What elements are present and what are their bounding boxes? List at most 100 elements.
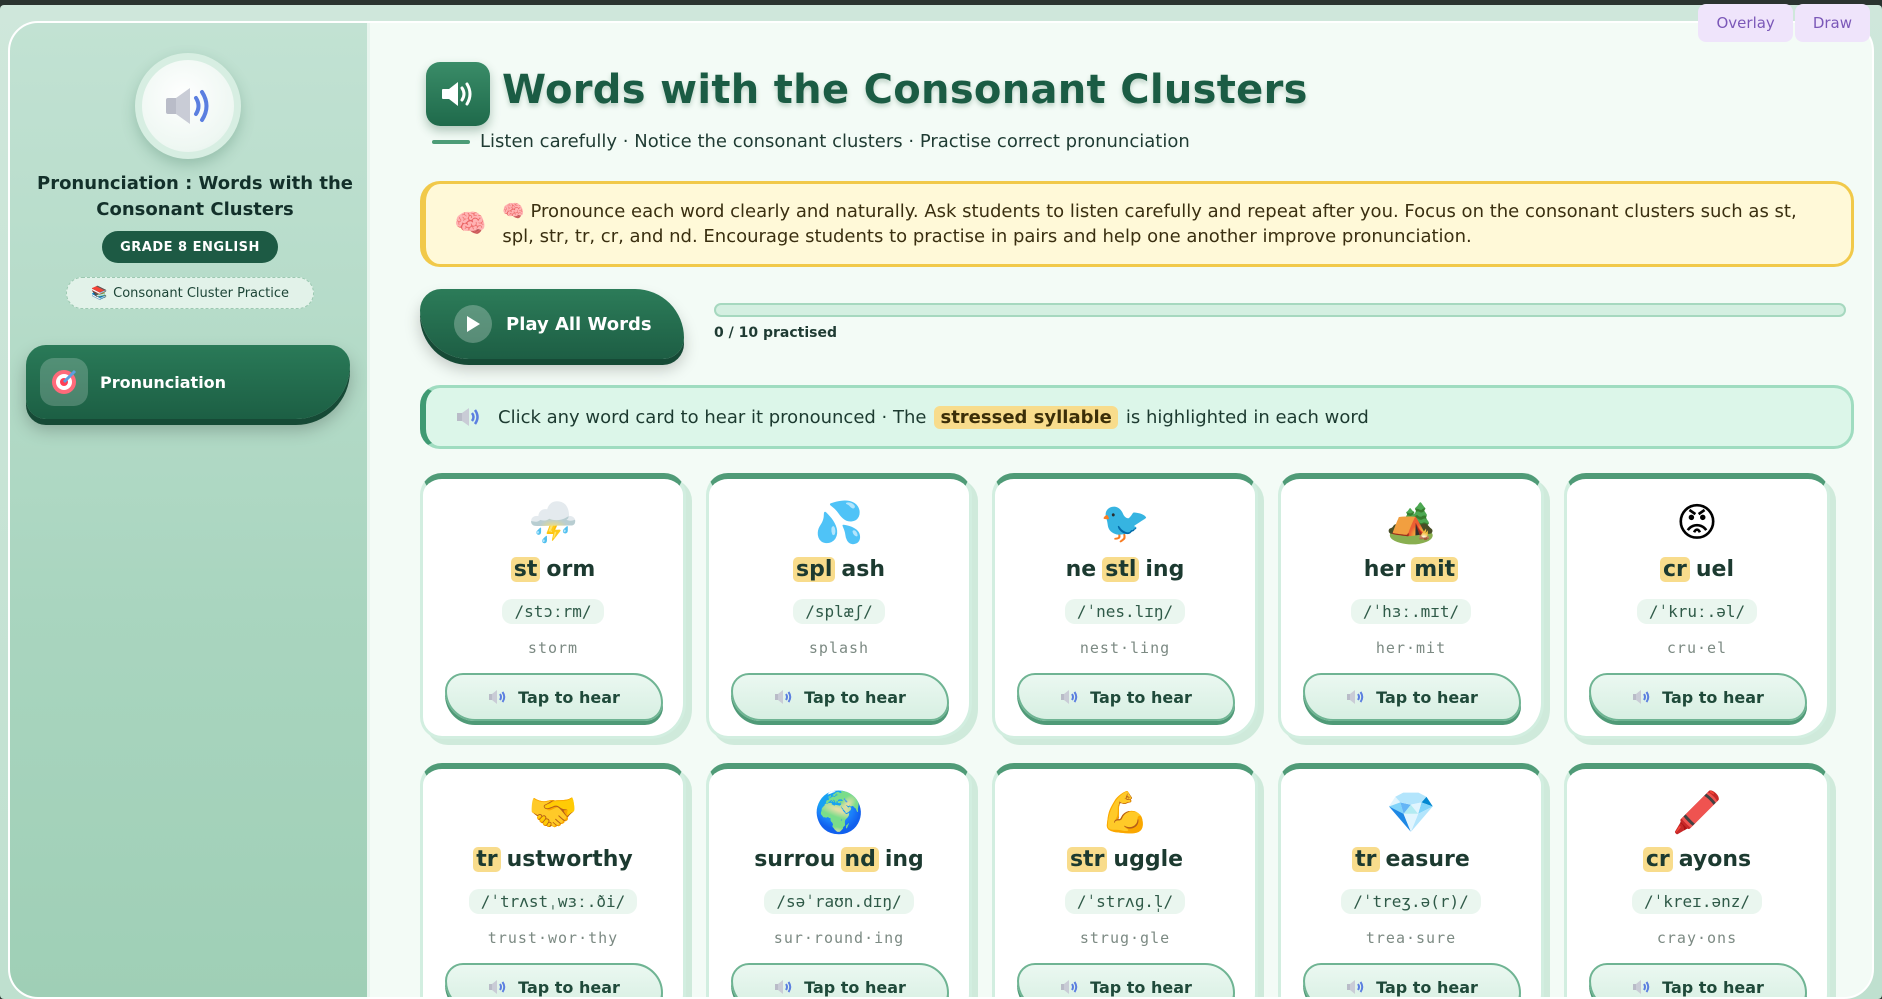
word-part: uggle: [1113, 847, 1184, 872]
speaker-icon: [1633, 980, 1650, 994]
stressed-syllable: tr: [1352, 847, 1380, 872]
progress-bar: [714, 303, 1846, 317]
sidebar-item-pronunciation[interactable]: Pronunciation: [26, 345, 350, 419]
subtitle-text: Listen carefully · Notice the consonant …: [480, 131, 1190, 152]
app-panel: Pronunciation : Words with the Consonant…: [8, 21, 1874, 999]
word-emoji-icon: 🏕️: [1386, 500, 1436, 546]
syllable-breakdown: trust·wor·thy: [487, 929, 619, 947]
tap-to-hear-label: Tap to hear: [1090, 977, 1192, 997]
speaker-icon: [1633, 690, 1650, 704]
stressed-syllable: mit: [1411, 557, 1459, 582]
syllable-breakdown: storm: [527, 639, 579, 657]
word-card[interactable]: 😡 cr uel/ˈkruː.əl/cru·el Tap to hear: [1564, 473, 1830, 739]
main-content: Words with the Consonant Clusters Listen…: [370, 23, 1872, 997]
syllable-breakdown: her·mit: [1375, 639, 1447, 657]
subtitle-accent-bar: [432, 139, 470, 144]
overlay-toolbar: Overlay Draw: [1698, 4, 1870, 42]
word-part: ing: [884, 847, 924, 872]
tap-to-hear-button[interactable]: Tap to hear: [445, 963, 663, 997]
word-part: ayons: [1678, 847, 1752, 872]
stressed-syllable: nd: [841, 847, 879, 872]
word-text: st orm: [423, 557, 683, 582]
syllable-breakdown: sur·round·ing: [773, 929, 905, 947]
stressed-syllable: spl: [793, 557, 836, 582]
ipa-transcription: /splæʃ/: [793, 599, 885, 624]
word-card[interactable]: 💎 tr easure/ˈtreʒ.ə(r)/trea·sure Tap to hea…: [1278, 763, 1544, 997]
word-text: her mit: [1281, 557, 1541, 582]
play-all-button[interactable]: Play All Words: [420, 289, 684, 359]
word-emoji-icon: 🌍: [814, 790, 864, 836]
word-part: her: [1363, 557, 1406, 582]
instruction-text-end: is highlighted in each word: [1125, 406, 1369, 428]
speaker-icon: [1061, 980, 1078, 994]
tap-to-hear-button[interactable]: Tap to hear: [1589, 673, 1807, 721]
speaker-title-icon: [426, 62, 490, 126]
instruction-banner: Click any word card to hear it pronounce…: [420, 385, 1854, 449]
tap-to-hear-button[interactable]: Tap to hear: [1303, 673, 1521, 721]
practice-tag: 📚 Consonant Cluster Practice: [66, 277, 314, 309]
teacher-note-text: 🧠 Pronounce each word clearly and natura…: [502, 201, 1797, 247]
stressed-syllable-chip: stressed syllable: [934, 405, 1118, 429]
tap-to-hear-label: Tap to hear: [1662, 687, 1764, 707]
ipa-transcription: /ˈstrʌɡ.l̩/: [1064, 889, 1186, 914]
word-card[interactable]: 💪 str uggle/ˈstrʌɡ.l̩/ strug·gle Tap to hear: [992, 763, 1258, 997]
tap-to-hear-label: Tap to hear: [518, 977, 620, 997]
ipa-transcription: /stɔːrm/: [502, 599, 604, 624]
sidebar: Pronunciation : Words with the Consonant…: [10, 23, 370, 997]
books-icon: 📚: [90, 285, 108, 301]
tap-to-hear-button[interactable]: Tap to hear: [1303, 963, 1521, 997]
speaker-icon: [457, 408, 479, 426]
word-emoji-icon: 😡: [1676, 500, 1718, 546]
ipa-transcription: /ˈkreɪ.ənz/: [1632, 889, 1762, 914]
tap-to-hear-button[interactable]: Tap to hear: [1589, 963, 1807, 997]
tap-to-hear-button[interactable]: Tap to hear: [731, 963, 949, 997]
tap-to-hear-button[interactable]: Tap to hear: [731, 673, 949, 721]
speaker-icon: [775, 690, 792, 704]
instruction-text-start: Click any word card to hear it pronounce…: [498, 406, 927, 428]
word-emoji-icon: 🖍️: [1672, 790, 1722, 836]
speaker-icon: [166, 88, 209, 124]
word-card[interactable]: 🐦 ne stl ing/ˈnes.lɪŋ/nest·ling Tap to hear: [992, 473, 1258, 739]
speaker-icon: [1061, 690, 1078, 704]
word-card[interactable]: 🌍 surrou nd ing/səˈraʊn.dɪŋ/sur·round·ing Ta…: [706, 763, 972, 997]
draw-button[interactable]: Draw: [1794, 4, 1870, 42]
word-part: surrou: [754, 847, 836, 872]
ipa-transcription: /ˈhɜː.mɪt/: [1350, 599, 1472, 624]
progress-text: 0 / 10 practised: [714, 325, 837, 341]
word-card[interactable]: 🖍️ cr ayons/ˈkreɪ.ənz/cray·ons Tap to hear: [1564, 763, 1830, 997]
stressed-syllable: cr: [1642, 847, 1673, 872]
play-icon: [454, 305, 492, 343]
word-part: orm: [546, 557, 596, 582]
word-emoji-icon: 💎: [1386, 790, 1436, 836]
teacher-note: 🧠 🧠 Pronounce each word clearly and natu…: [420, 181, 1854, 267]
word-part: ash: [841, 557, 885, 582]
word-part: ustworthy: [506, 847, 633, 872]
word-text: str uggle: [995, 847, 1255, 872]
word-card[interactable]: 🏕️ her mit/ˈhɜː.mɪt/her·mit Tap to hear: [1278, 473, 1544, 739]
sidebar-title: Pronunciation : Words with the Consonant…: [37, 173, 353, 220]
tap-to-hear-label: Tap to hear: [1376, 977, 1478, 997]
word-card[interactable]: ⛈️ st orm/stɔːrm/storm Tap to hear: [420, 473, 686, 739]
word-emoji-icon: ⛈️: [528, 500, 578, 546]
page-subtitle: Listen carefully · Notice the consonant …: [432, 131, 1190, 152]
overlay-button[interactable]: Overlay: [1698, 4, 1793, 42]
word-text: ne stl ing: [995, 557, 1255, 582]
syllable-breakdown: strug·gle: [1079, 929, 1171, 947]
word-text: tr ustworthy: [423, 847, 683, 872]
word-card[interactable]: 💦 spl ash/splæʃ/splash Tap to hear: [706, 473, 972, 739]
syllable-breakdown: cray·ons: [1656, 929, 1738, 947]
word-text: spl ash: [709, 557, 969, 582]
speaker-icon: [1347, 690, 1364, 704]
tap-to-hear-label: Tap to hear: [804, 687, 906, 707]
tap-to-hear-label: Tap to hear: [1662, 977, 1764, 997]
tap-to-hear-button[interactable]: Tap to hear: [445, 673, 663, 721]
word-text: surrou nd ing: [709, 847, 969, 872]
stressed-syllable: str: [1066, 847, 1108, 872]
word-card[interactable]: 🤝 tr ustworthy/ˈtrʌstˌwɜː.ði/trust·wor·thy…: [420, 763, 686, 997]
tap-to-hear-button[interactable]: Tap to hear: [1017, 673, 1235, 721]
practice-label: Consonant Cluster Practice: [113, 285, 290, 301]
syllable-breakdown: cru·el: [1666, 639, 1728, 657]
speaker-icon: [1347, 980, 1364, 994]
word-text: tr easure: [1281, 847, 1541, 872]
tap-to-hear-button[interactable]: Tap to hear: [1017, 963, 1235, 997]
